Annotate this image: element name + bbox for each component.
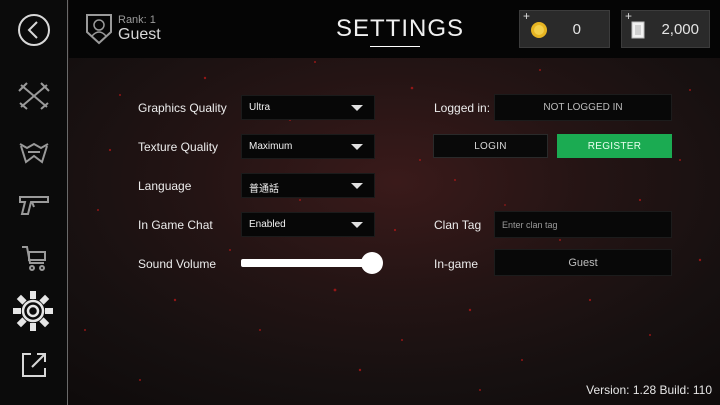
sidebar-item-settings[interactable]	[11, 289, 55, 333]
language-label: Language	[138, 179, 192, 193]
clan-tag-label: Clan Tag	[434, 218, 482, 232]
gold-currency-box[interactable]: + 0	[519, 9, 610, 48]
shopping-cart-icon	[22, 246, 46, 271]
sidebar	[0, 0, 68, 405]
language-value: 普通話	[249, 184, 279, 195]
back-button[interactable]	[14, 10, 54, 50]
logged-in-status: NOT LOGGED IN	[494, 94, 672, 121]
external-link-icon	[22, 353, 46, 377]
sound-volume-handle[interactable]	[361, 252, 383, 274]
rank-badge-icon	[86, 14, 112, 45]
graphics-quality-select[interactable]: Ultra	[241, 95, 375, 120]
title-underline	[370, 46, 420, 47]
ingame-name-field[interactable]: Guest	[494, 249, 672, 276]
page-title: SETTINGS	[336, 15, 465, 42]
sound-volume-label: Sound Volume	[138, 257, 217, 271]
sidebar-item-weapons[interactable]	[14, 76, 54, 116]
register-button[interactable]: REGISTER	[557, 134, 672, 158]
back-icon	[18, 14, 50, 46]
rank-label: Rank: 1	[118, 14, 156, 26]
card-icon	[631, 21, 645, 39]
version-info: Version: 1.28 Build: 110	[586, 383, 712, 397]
sidebar-item-external[interactable]	[14, 345, 54, 385]
in-game-chat-label: In Game Chat	[138, 218, 213, 232]
in-game-chat-select[interactable]: Enabled	[241, 212, 375, 237]
sidebar-item-shop[interactable]	[14, 238, 54, 278]
gear-icon	[13, 291, 53, 331]
crossed-weapons-icon	[18, 82, 50, 110]
sidebar-item-pistols[interactable]	[14, 184, 54, 224]
chevron-down-icon	[351, 222, 363, 228]
card-currency-box[interactable]: + 2,000	[621, 9, 710, 48]
texture-quality-value: Maximum	[249, 141, 293, 152]
add-gold-plus[interactable]: +	[523, 9, 530, 23]
player-name: Guest	[118, 26, 161, 43]
logged-in-label: Logged in:	[434, 101, 491, 115]
in-game-chat-value: Enabled	[249, 219, 286, 230]
sidebar-item-armor[interactable]	[14, 132, 54, 172]
pistol-icon	[19, 196, 49, 215]
chevron-down-icon	[351, 183, 363, 189]
armor-icon	[19, 142, 49, 164]
chevron-down-icon	[351, 144, 363, 150]
language-select[interactable]: 普通話	[241, 173, 375, 198]
background-speckles	[84, 61, 702, 391]
texture-quality-label: Texture Quality	[138, 140, 219, 154]
gold-amount: 0	[572, 21, 581, 38]
ingame-label: In-game	[434, 257, 479, 271]
card-amount: 2,000	[661, 21, 699, 38]
login-button[interactable]: LOGIN	[433, 134, 548, 158]
graphics-quality-value: Ultra	[249, 102, 271, 113]
graphics-quality-label: Graphics Quality	[138, 101, 227, 115]
gold-coin-icon	[531, 22, 547, 38]
chevron-down-icon	[351, 105, 363, 111]
clan-tag-input[interactable]	[494, 211, 672, 238]
texture-quality-select[interactable]: Maximum	[241, 134, 375, 159]
sound-volume-slider[interactable]	[241, 259, 369, 267]
